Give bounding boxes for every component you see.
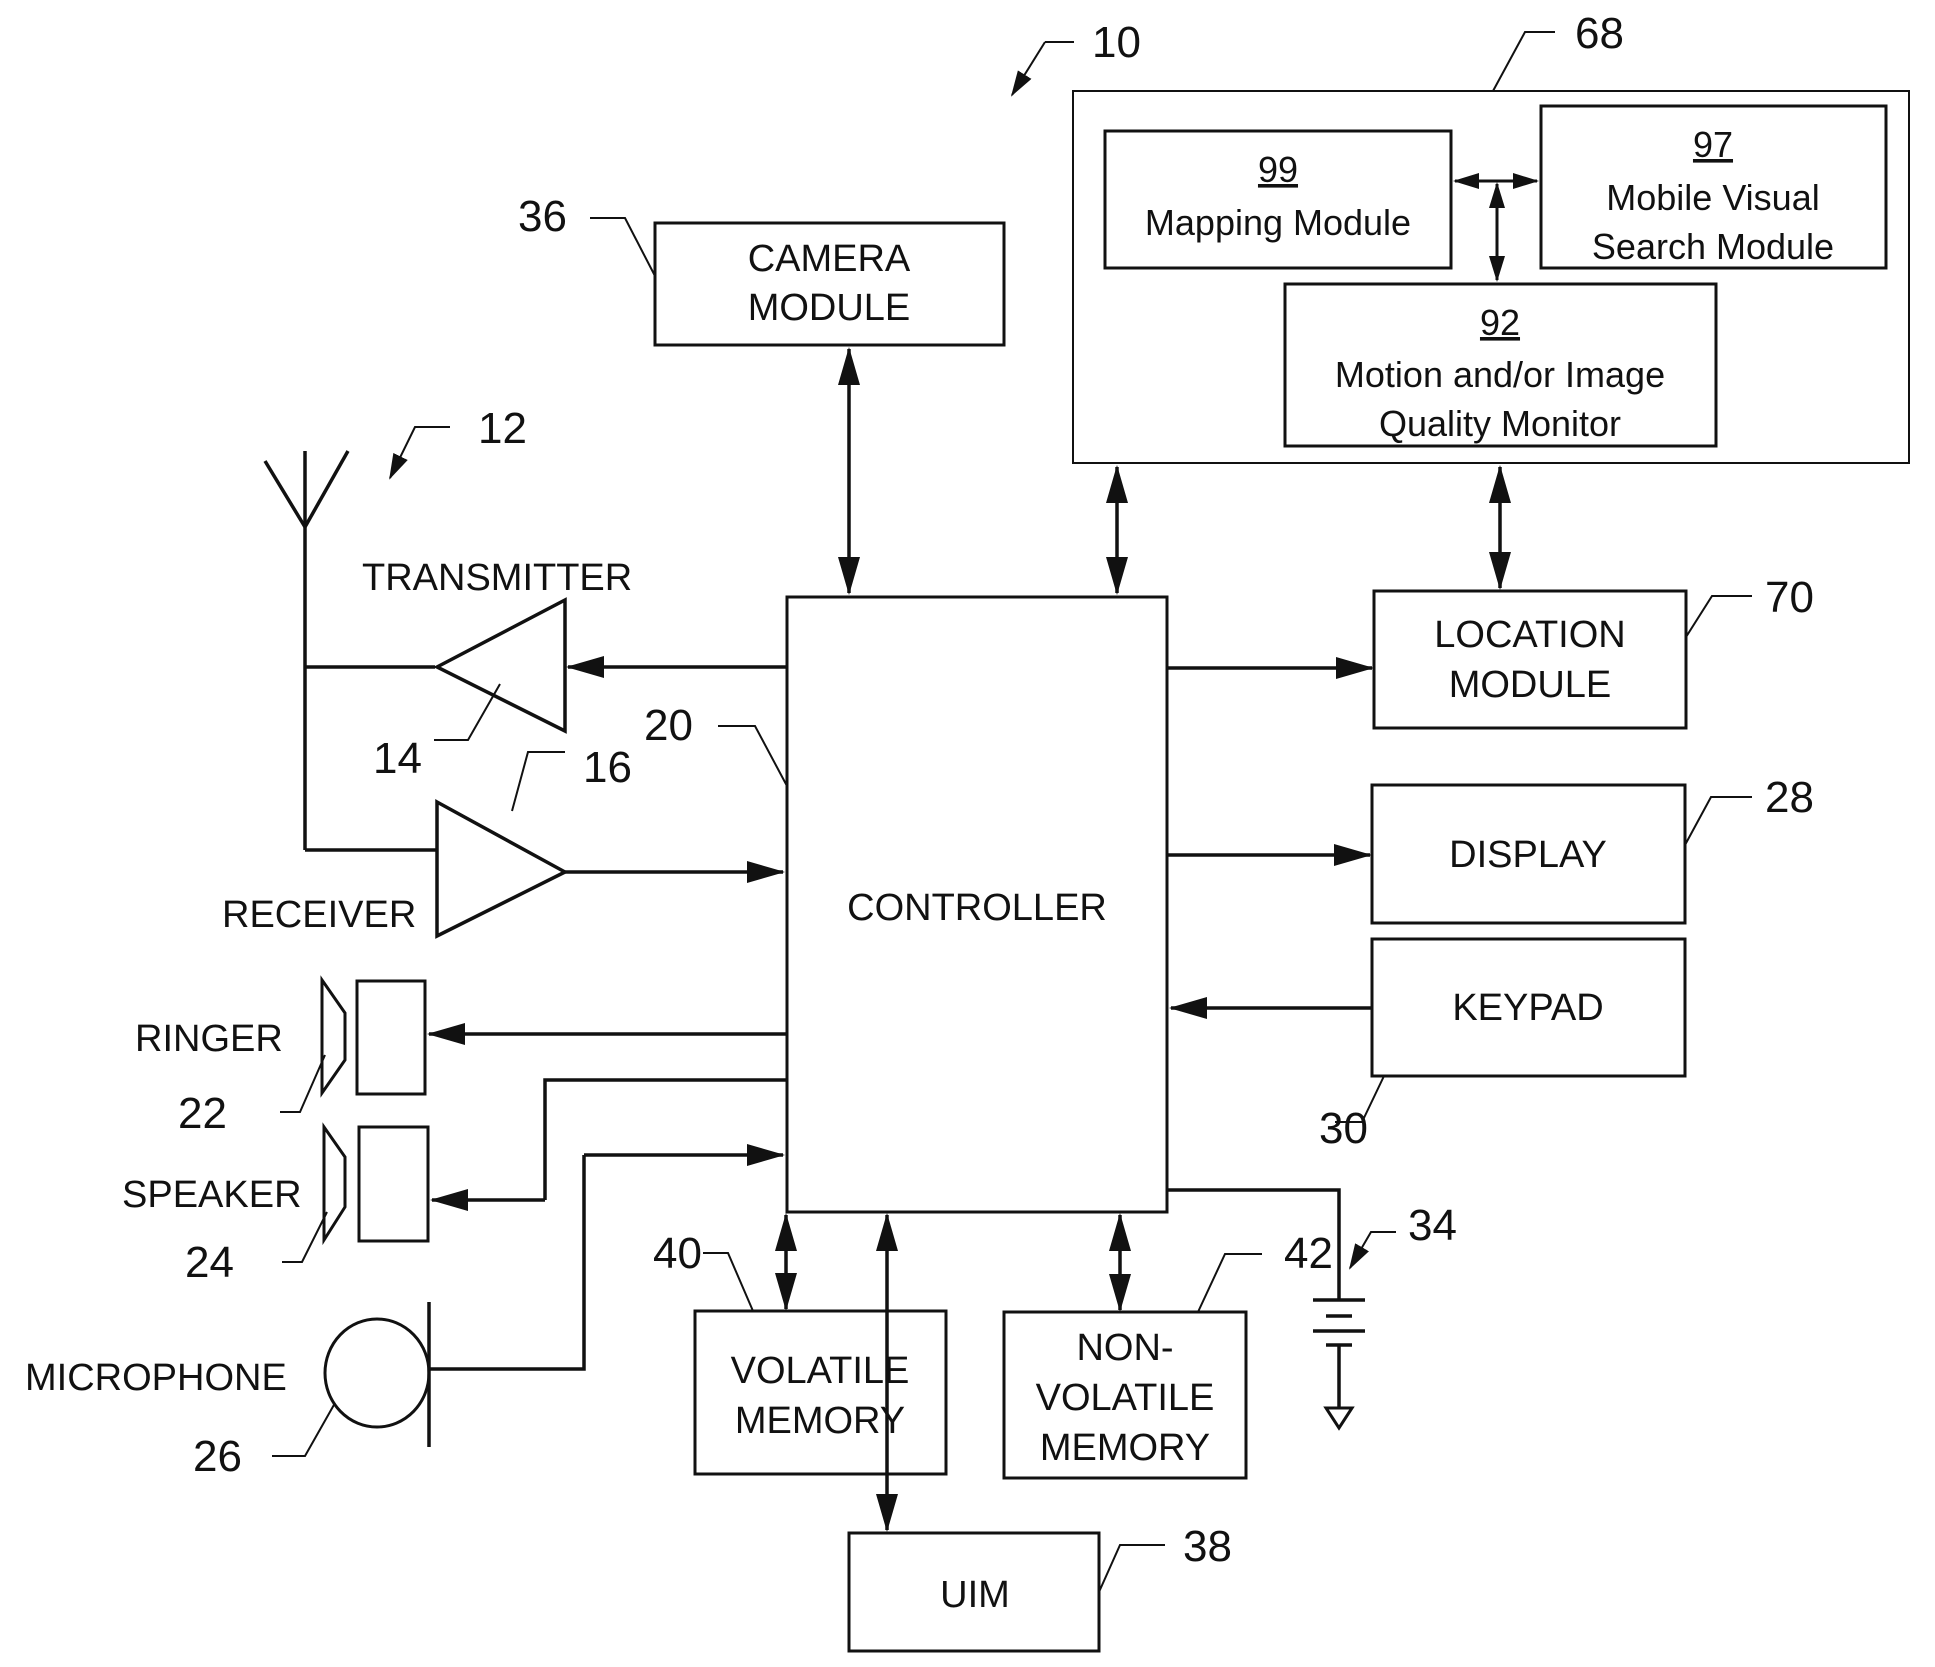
keypad-block: KEYPAD 30	[1319, 937, 1687, 1153]
svg-text:MICROPHONE: MICROPHONE	[25, 1357, 287, 1399]
svg-text:42: 42	[1284, 1229, 1333, 1278]
svg-text:RECEIVER: RECEIVER	[222, 894, 416, 936]
svg-text:Search Module: Search Module	[1592, 226, 1834, 267]
block-diagram: 10 CAMERA MODULE 36 68 99 Mapping Module…	[25, 9, 1910, 1653]
svg-text:CAMERA: CAMERA	[748, 238, 911, 280]
svg-text:RINGER: RINGER	[135, 1018, 283, 1060]
antenna-symbol: 12	[263, 404, 527, 850]
svg-text:20: 20	[644, 701, 693, 750]
controller-block: CONTROLLER	[785, 595, 1169, 1214]
svg-text:30: 30	[1319, 1104, 1368, 1153]
svg-text:36: 36	[518, 192, 567, 241]
svg-text:VOLATILE: VOLATILE	[731, 1350, 910, 1392]
mapping-module-block: 99 Mapping Module	[1103, 129, 1453, 270]
volatile-memory-block: VOLATILE MEMORY 40	[653, 1229, 948, 1476]
uim-block: UIM 38	[847, 1522, 1232, 1653]
mobile-visual-search-block: 97 Mobile Visual Search Module	[1539, 104, 1888, 270]
svg-text:24: 24	[185, 1238, 234, 1287]
svg-text:SPEAKER: SPEAKER	[122, 1174, 302, 1216]
location-module-block: LOCATION MODULE 70	[1372, 573, 1814, 730]
svg-text:MEMORY: MEMORY	[735, 1400, 905, 1442]
svg-text:MODULE: MODULE	[1449, 664, 1612, 706]
svg-text:KEYPAD: KEYPAD	[1452, 987, 1603, 1029]
svg-text:NON-: NON-	[1076, 1327, 1173, 1369]
svg-text:LOCATION: LOCATION	[1434, 614, 1625, 656]
svg-text:22: 22	[178, 1089, 227, 1138]
svg-text:TRANSMITTER: TRANSMITTER	[362, 557, 632, 599]
svg-text:14: 14	[373, 734, 422, 783]
svg-text:10: 10	[1092, 18, 1141, 67]
camera-module-block: CAMERA MODULE	[653, 221, 1006, 347]
svg-text:70: 70	[1765, 573, 1814, 622]
controller-ref-20: 20	[644, 701, 788, 787]
svg-text:Mapping Module: Mapping Module	[1145, 202, 1411, 243]
svg-text:26: 26	[193, 1432, 242, 1481]
svg-text:MEMORY: MEMORY	[1040, 1427, 1210, 1469]
svg-text:Motion and/or Image: Motion and/or Image	[1335, 354, 1665, 395]
svg-text:40: 40	[653, 1229, 702, 1278]
svg-text:DISPLAY: DISPLAY	[1449, 834, 1607, 876]
transmitter-symbol: TRANSMITTER 14	[305, 557, 787, 783]
svg-text:28: 28	[1765, 773, 1814, 822]
svg-text:UIM: UIM	[940, 1574, 1010, 1616]
svg-text:MODULE: MODULE	[748, 287, 911, 329]
svg-text:Mobile Visual: Mobile Visual	[1606, 177, 1819, 218]
svg-text:97: 97	[1693, 124, 1733, 165]
svg-text:VOLATILE: VOLATILE	[1036, 1377, 1215, 1419]
nonvolatile-memory-block: NON- VOLATILE MEMORY 42	[1002, 1229, 1333, 1480]
svg-text:92: 92	[1480, 302, 1520, 343]
svg-text:38: 38	[1183, 1522, 1232, 1571]
ringer-symbol: RINGER 22	[135, 975, 787, 1138]
svg-text:16: 16	[583, 743, 632, 792]
svg-text:CONTROLLER: CONTROLLER	[847, 887, 1107, 929]
svg-text:Quality Monitor: Quality Monitor	[1379, 403, 1621, 444]
svg-text:34: 34	[1408, 1201, 1457, 1250]
svg-text:12: 12	[478, 404, 527, 453]
image-quality-monitor-block: 92 Motion and/or Image Quality Monitor	[1283, 282, 1718, 448]
display-block: DISPLAY 28	[1370, 773, 1814, 925]
camera-ref-36: 36	[518, 192, 656, 277]
device-ref-10: 10	[1010, 18, 1141, 97]
svg-text:68: 68	[1575, 9, 1624, 58]
svg-text:99: 99	[1258, 149, 1298, 190]
